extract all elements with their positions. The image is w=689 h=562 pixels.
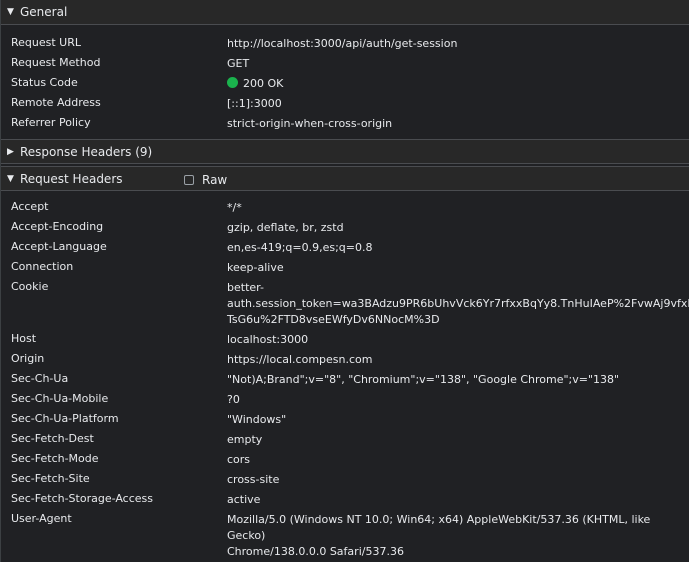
request-row-sec-ch-ua-platform: Sec-Ch-Ua-Platform "Windows": [11, 412, 689, 432]
header-key: Sec-Ch-Ua-Mobile: [11, 392, 109, 405]
request-row-user-agent: User-Agent Mozilla/5.0 (Windows NT 10.0;…: [11, 512, 689, 558]
header-value[interactable]: empty: [227, 432, 687, 448]
general-row-referrer-policy: Referrer Policy strict-origin-when-cross…: [11, 116, 689, 136]
triangle-down-icon[interactable]: ▼: [7, 7, 20, 17]
header-value[interactable]: localhost:3000: [227, 332, 687, 348]
header-value[interactable]: cors: [227, 452, 687, 468]
raw-checkbox[interactable]: [184, 175, 194, 185]
user-agent-line: Mozilla/5.0 (Windows NT 10.0; Win64; x64…: [227, 513, 651, 542]
header-key: Host: [11, 332, 37, 345]
header-key: Remote Address: [11, 96, 101, 109]
header-value[interactable]: "Windows": [227, 412, 687, 428]
header-value[interactable]: gzip, deflate, br, zstd: [227, 220, 687, 236]
header-value[interactable]: http://localhost:3000/api/auth/get-sessi…: [227, 36, 687, 52]
header-key: Accept: [11, 200, 49, 213]
request-row-origin: Origin https://local.compesn.com: [11, 352, 689, 372]
header-key: Status Code: [11, 76, 78, 89]
request-row-sec-fetch-mode: Sec-Fetch-Mode cors: [11, 452, 689, 472]
user-agent-line: Chrome/138.0.0.0 Safari/537.36: [227, 545, 404, 558]
request-row-sec-fetch-site: Sec-Fetch-Site cross-site: [11, 472, 689, 492]
header-value[interactable]: ?0: [227, 392, 687, 408]
header-value[interactable]: better- auth.session_token=wa3BAdzu9PR6b…: [227, 280, 689, 328]
header-key: Sec-Fetch-Dest: [11, 432, 94, 445]
header-key: Accept-Language: [11, 240, 107, 253]
request-row-accept: Accept */*: [11, 200, 689, 220]
header-value[interactable]: cross-site: [227, 472, 687, 488]
general-row-remote-address: Remote Address [::1]:3000: [11, 96, 689, 116]
header-value[interactable]: 200 OK: [227, 76, 687, 92]
request-row-sec-fetch-dest: Sec-Fetch-Dest empty: [11, 432, 689, 452]
general-row-request-url: Request URL http://localhost:3000/api/au…: [11, 36, 689, 56]
response-headers-section-header[interactable]: ▶ Response Headers (9): [1, 139, 689, 164]
general-row-status-code: Status Code 200 OK: [11, 76, 689, 96]
header-value[interactable]: https://local.compesn.com: [227, 352, 687, 368]
header-value[interactable]: "Not)A;Brand";v="8", "Chromium";v="138",…: [227, 372, 687, 388]
request-row-sec-fetch-storage-access: Sec-Fetch-Storage-Access active: [11, 492, 689, 512]
header-key: User-Agent: [11, 512, 72, 525]
raw-toggle[interactable]: Raw: [184, 167, 227, 192]
request-row-accept-language: Accept-Language en,es-419;q=0.9,es;q=0.8: [11, 240, 689, 260]
general-row-request-method: Request Method GET: [11, 56, 689, 76]
header-key: Sec-Fetch-Site: [11, 472, 90, 485]
request-row-accept-encoding: Accept-Encoding gzip, deflate, br, zstd: [11, 220, 689, 240]
header-value[interactable]: keep-alive: [227, 260, 687, 276]
cookie-line: better-: [227, 281, 264, 294]
header-key: Connection: [11, 260, 74, 273]
header-key: Sec-Fetch-Storage-Access: [11, 492, 153, 505]
header-value[interactable]: active: [227, 492, 687, 508]
request-headers-section-header[interactable]: ▼ Request Headers Raw: [1, 166, 689, 191]
header-value[interactable]: GET: [227, 56, 687, 72]
header-value[interactable]: */*: [227, 200, 687, 216]
status-text: 200 OK: [243, 77, 284, 90]
request-row-cookie: Cookie better- auth.session_token=wa3BAd…: [11, 280, 689, 332]
request-row-sec-ch-ua: Sec-Ch-Ua "Not)A;Brand";v="8", "Chromium…: [11, 372, 689, 392]
header-key: Sec-Fetch-Mode: [11, 452, 99, 465]
request-row-connection: Connection keep-alive: [11, 260, 689, 280]
header-key: Accept-Encoding: [11, 220, 104, 233]
status-success-icon: [227, 77, 238, 88]
raw-label: Raw: [202, 172, 228, 187]
triangle-down-icon[interactable]: ▼: [7, 174, 20, 184]
response-headers-title: Response Headers (9): [20, 144, 153, 159]
header-key: Sec-Ch-Ua-Platform: [11, 412, 119, 425]
cookie-line: auth.session_token=wa3BAdzu9PR6bUhvVck6Y…: [227, 297, 689, 310]
header-key: Origin: [11, 352, 45, 365]
header-value[interactable]: strict-origin-when-cross-origin: [227, 116, 687, 132]
request-row-host: Host localhost:3000: [11, 332, 689, 352]
cookie-line: TsG6u%2FTD8vseEWfyDv6NNocM%3D: [227, 313, 440, 326]
header-key: Cookie: [11, 280, 49, 293]
header-key: Request URL: [11, 36, 82, 49]
general-section-title: General: [20, 5, 68, 19]
header-value[interactable]: en,es-419;q=0.9,es;q=0.8: [227, 240, 687, 256]
header-key: Request Method: [11, 56, 101, 69]
general-section-header[interactable]: ▼ General: [1, 0, 689, 25]
header-value[interactable]: [::1]:3000: [227, 96, 687, 112]
header-key: Sec-Ch-Ua: [11, 372, 69, 385]
header-value[interactable]: Mozilla/5.0 (Windows NT 10.0; Win64; x64…: [227, 512, 687, 560]
request-headers-title: Request Headers: [20, 171, 123, 186]
header-key: Referrer Policy: [11, 116, 91, 129]
request-row-sec-ch-ua-mobile: Sec-Ch-Ua-Mobile ?0: [11, 392, 689, 412]
triangle-right-icon[interactable]: ▶: [7, 147, 20, 157]
headers-panel: ▼ General Request URL http://localhost:3…: [0, 0, 689, 562]
